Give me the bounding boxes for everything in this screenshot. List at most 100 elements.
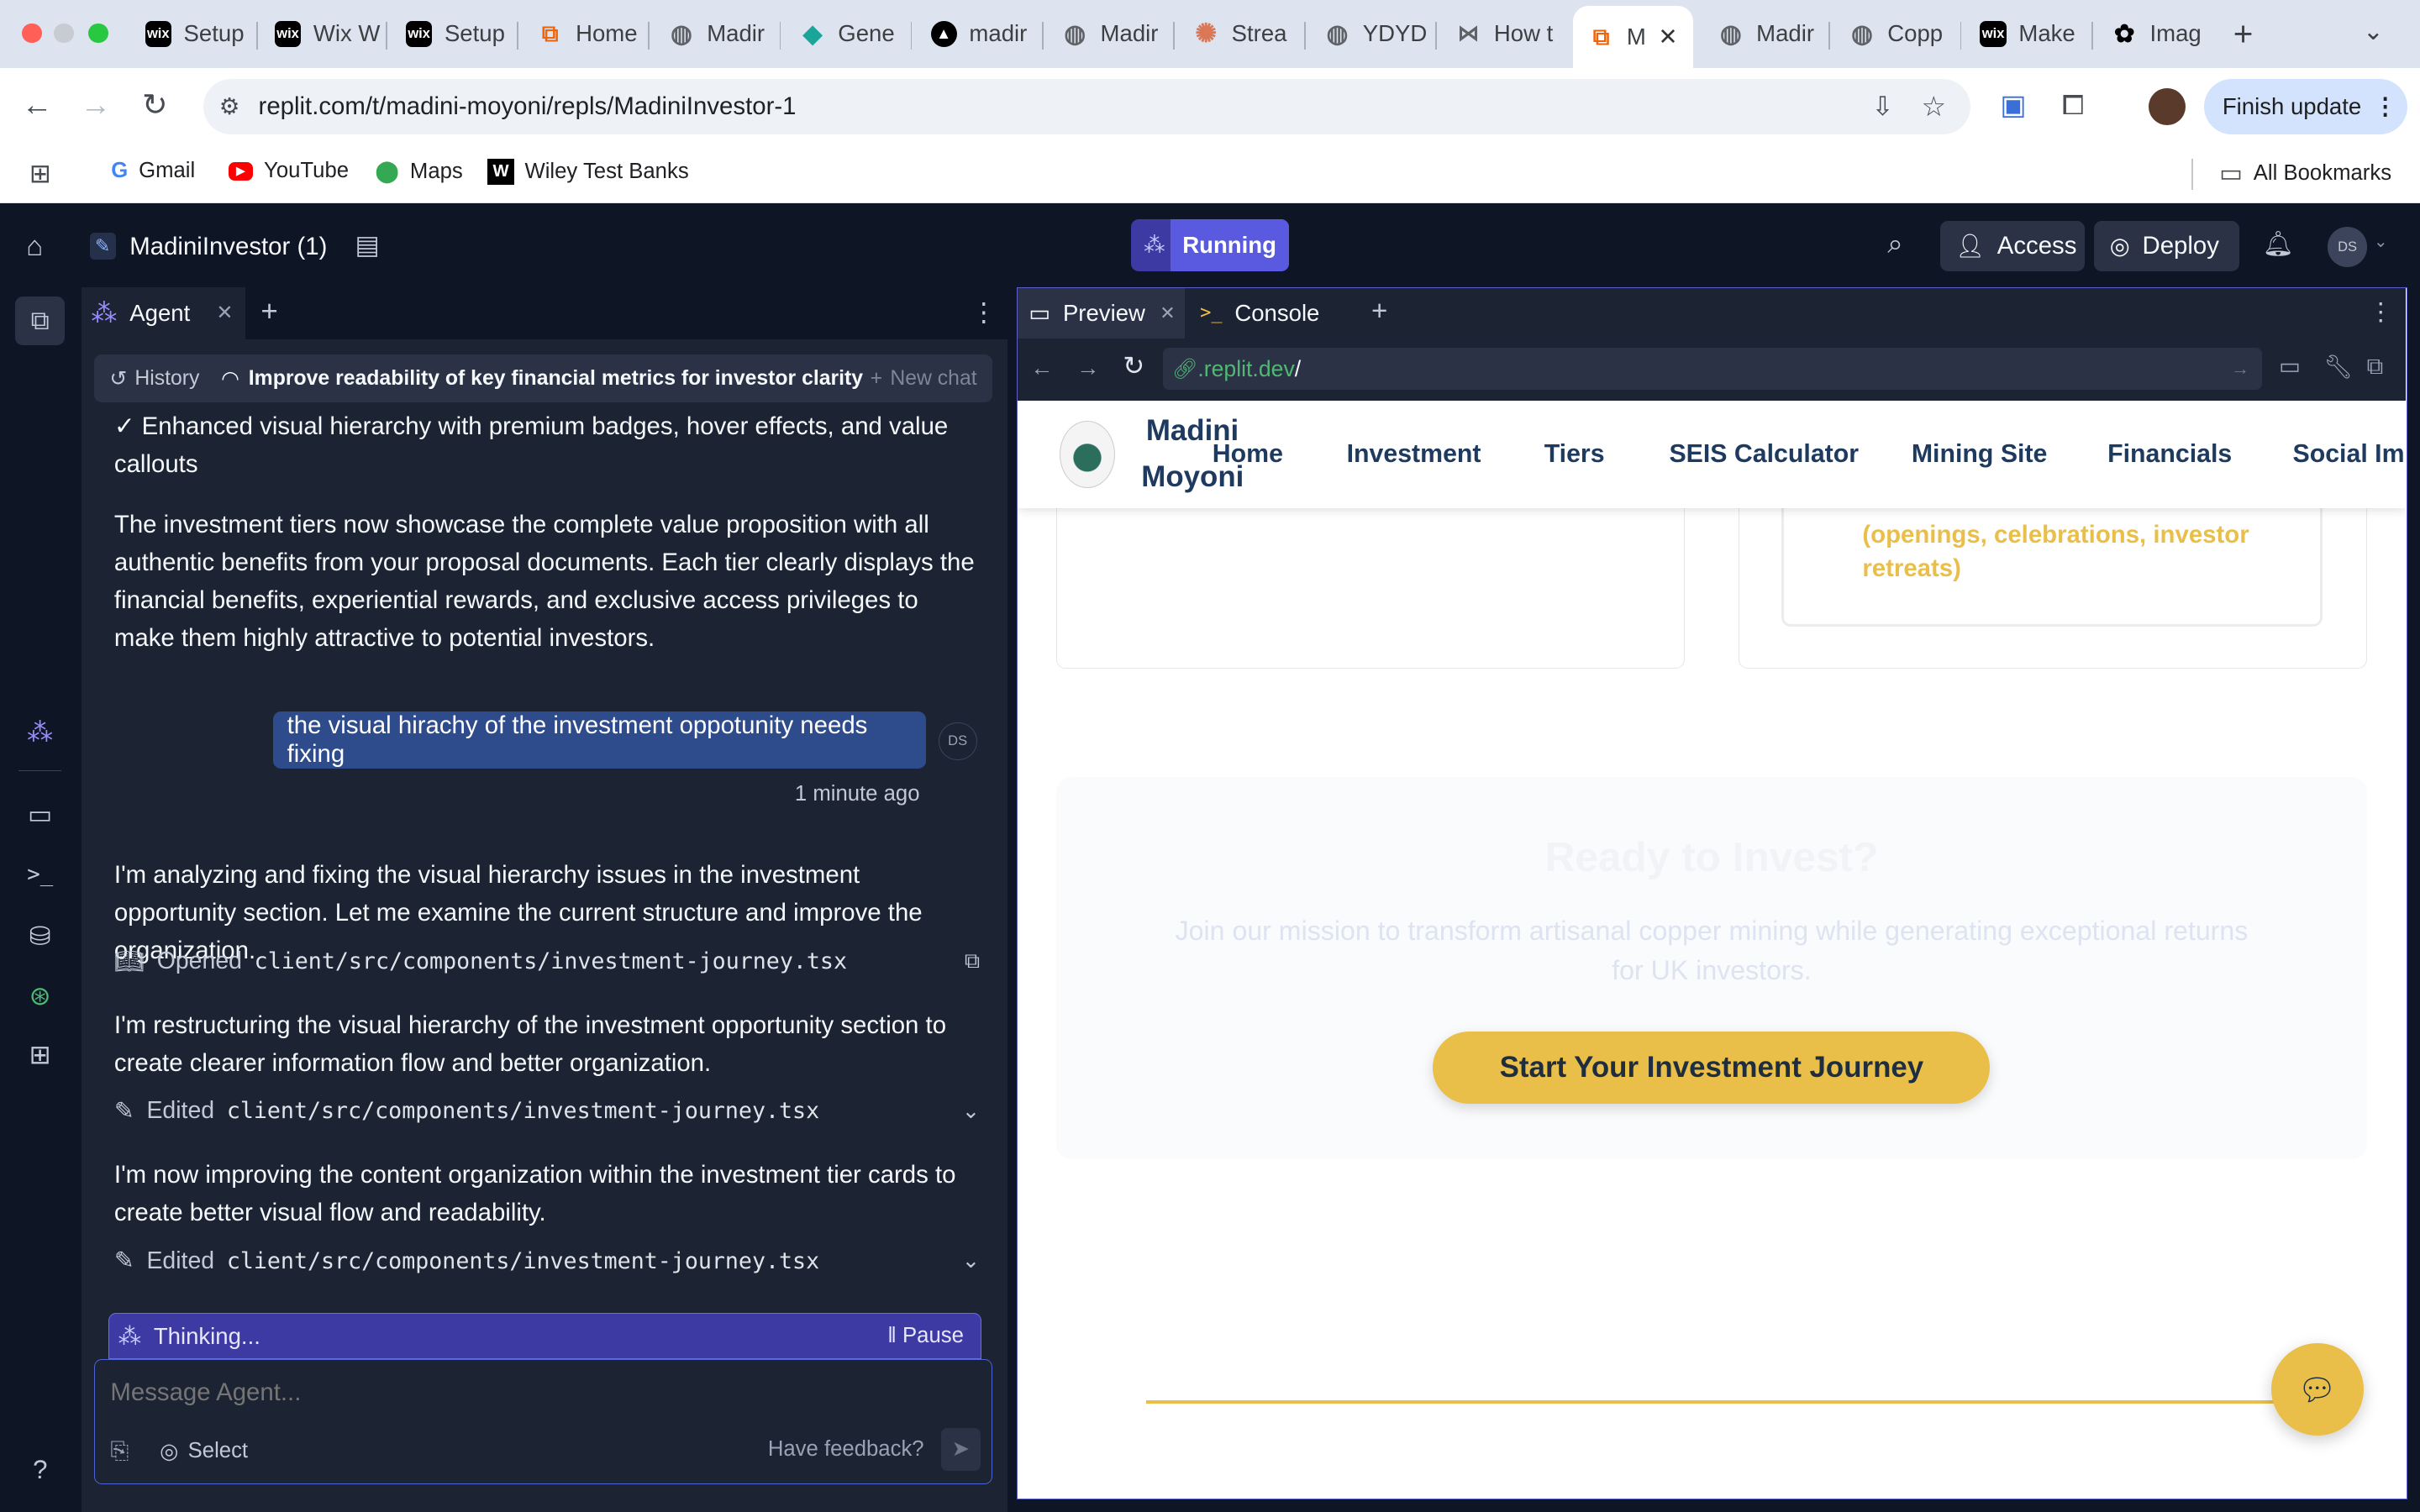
new-tab-icon[interactable]: + — [2233, 14, 2254, 54]
browser-tab[interactable]: ◍ Madir — [1046, 9, 1170, 59]
browser-tab[interactable]: ◍ Copp — [1833, 9, 1957, 59]
close-tab-icon[interactable]: ✕ — [1659, 24, 1678, 50]
history-button[interactable]: ↺ History — [109, 366, 199, 391]
browser-tab[interactable]: ⋈ How t — [1440, 9, 1564, 59]
browser-tab[interactable]: wix Setup — [391, 9, 514, 59]
select-button[interactable]: ◎ Select — [160, 1439, 248, 1464]
profile-avatar[interactable] — [2148, 87, 2186, 125]
tab-search-chevron-icon[interactable]: ⌄ — [2363, 17, 2384, 46]
bookmark-youtube[interactable]: ▶ YouTube — [228, 159, 349, 183]
start-investment-button[interactable]: Start Your Investment Journey — [1433, 1031, 1991, 1105]
feedback-link[interactable]: Have feedback? — [768, 1437, 924, 1462]
finish-update-button[interactable]: Finish update ⋮ — [2203, 78, 2408, 134]
site-info-icon[interactable]: ⚙ — [219, 93, 240, 120]
database-icon[interactable]: ⛁ — [24, 920, 57, 953]
reload-icon[interactable]: ↻ — [142, 89, 168, 121]
back-icon[interactable]: ← — [22, 89, 53, 121]
nav-home[interactable]: Home — [1213, 440, 1283, 469]
layout-icon[interactable]: ▤ — [355, 230, 380, 260]
puzzle-icon[interactable]: ⧠ — [2062, 90, 2084, 122]
nav-mining-site[interactable]: Mining Site — [1912, 440, 2048, 469]
browser-tab[interactable]: wix Make — [1965, 9, 2088, 59]
device-icon[interactable]: ▭ — [2279, 353, 2301, 380]
browser-tab[interactable]: ◍ Madir — [1702, 9, 1826, 59]
chat-bubble-icon[interactable]: 💬︎ — [2270, 1342, 2364, 1436]
browser-tab[interactable]: ▲ madir — [915, 9, 1039, 59]
browser-tab[interactable]: ⧉ Home — [522, 9, 645, 59]
install-app-icon[interactable]: ⇩ — [1871, 92, 1893, 122]
add-tab-icon[interactable]: + — [260, 295, 277, 328]
new-chat-button[interactable]: + New chat — [871, 367, 977, 391]
run-status-button[interactable]: ⁂ Running — [1131, 218, 1289, 272]
forward-icon[interactable]: → — [1076, 354, 1100, 381]
all-bookmarks[interactable]: ▭ All Bookmarks — [2219, 159, 2391, 188]
chevron-down-icon[interactable]: ⌄ — [962, 1099, 981, 1124]
browser-tab[interactable]: ◆ Gene — [784, 9, 908, 59]
tab-preview[interactable]: ▭ Preview ✕ — [1018, 287, 1185, 339]
extension-icon[interactable]: ▣ — [2000, 90, 2026, 122]
minimize-window-button[interactable] — [54, 23, 75, 44]
close-tab-icon[interactable]: ✕ — [1160, 302, 1175, 324]
tab-agent[interactable]: ⁂ Agent ✕ — [82, 286, 246, 340]
bookmark-wiley[interactable]: W Wiley Test Banks — [487, 159, 689, 186]
nav-financials[interactable]: Financials — [2107, 440, 2232, 469]
preview-url-field[interactable]: 🔗︎ .replit.dev / → — [1163, 348, 2262, 390]
kebab-menu-icon[interactable]: ⋮ — [971, 297, 997, 328]
browser-tab-active[interactable]: ⧉ M ✕ — [1572, 6, 1693, 68]
deploy-button[interactable]: ◎ Deploy — [2094, 220, 2240, 272]
kebab-menu-icon[interactable]: ⋮ — [2368, 297, 2392, 327]
apps-grid-icon[interactable]: ⊞ — [29, 159, 51, 189]
open-file-icon[interactable]: ⧉ — [965, 949, 980, 974]
bookmark-star-icon[interactable]: ☆ — [1921, 90, 1946, 123]
nav-investment[interactable]: Investment — [1347, 440, 1481, 469]
shell-icon[interactable]: >_ — [24, 858, 57, 891]
bookmark-gmail[interactable]: G Gmail — [111, 159, 195, 183]
files-icon[interactable]: ⧉ — [15, 296, 66, 346]
nav-tiers[interactable]: Tiers — [1544, 440, 1605, 469]
pause-button[interactable]: ‖ Pause — [887, 1324, 964, 1348]
message-input[interactable] — [110, 1375, 944, 1410]
browser-tab[interactable]: ◍ YDYD — [1309, 9, 1433, 59]
browser-tab[interactable]: wix Setup — [129, 9, 253, 59]
open-new-window-icon[interactable]: ⧉ — [2367, 353, 2384, 381]
add-tab-icon[interactable]: + — [1371, 296, 1387, 328]
close-window-button[interactable] — [21, 23, 42, 44]
send-button[interactable]: ➤ — [940, 1427, 981, 1472]
tab-console[interactable]: >_ Console — [1194, 288, 1349, 339]
site-logo[interactable] — [1059, 420, 1116, 489]
reload-icon[interactable]: ↻ — [1123, 351, 1144, 381]
project-name[interactable]: MadiniInvestor (1) — [129, 233, 327, 261]
chat-title[interactable]: ◠ Improve readability of key financial me… — [221, 366, 863, 391]
devtools-wrench-icon[interactable]: 🔧︎ — [2323, 353, 2353, 381]
chevron-down-icon[interactable]: ⌄ — [962, 1248, 981, 1273]
close-tab-icon[interactable]: ✕ — [216, 301, 233, 325]
all-tools-icon[interactable]: ⊞ — [24, 1038, 57, 1072]
attach-icon[interactable]: ⎘ — [110, 1437, 129, 1465]
browser-tab[interactable]: ✺ Strea — [1177, 9, 1301, 59]
browser-tab[interactable]: wix Wix W — [260, 9, 383, 59]
home-icon[interactable]: ⌂ — [26, 231, 43, 263]
access-button[interactable]: 👤︎ Access — [1939, 220, 2086, 272]
file-action-row[interactable]: 📖︎ Opened client/src/components/investmen… — [114, 948, 980, 976]
browser-tab[interactable]: ◍ Madir — [653, 9, 776, 59]
nav-seis-calculator[interactable]: SEIS Calculator — [1669, 440, 1859, 469]
file-action-row[interactable]: ✎ Edited client/src/components/investment… — [114, 1247, 981, 1275]
browser-tab[interactable]: ✿ Imag — [2096, 9, 2219, 59]
forward-icon[interactable]: → — [81, 89, 112, 121]
nav-social-impact[interactable]: Social Imp — [2292, 440, 2405, 469]
user-avatar[interactable]: DS — [2327, 226, 2368, 267]
deployments-icon[interactable]: ⊛ — [24, 979, 57, 1013]
file-action-row[interactable]: ✎ Edited client/src/components/investment… — [114, 1097, 981, 1126]
search-icon[interactable]: ⌕ — [1887, 228, 1903, 260]
back-icon[interactable]: ← — [1030, 354, 1054, 381]
help-icon[interactable]: ? — [24, 1453, 57, 1487]
preview-icon[interactable]: ▭ — [24, 798, 57, 832]
bookmark-maps[interactable]: ⬤ Maps — [375, 159, 462, 184]
agent-icon[interactable]: ⁂ — [24, 716, 57, 749]
notifications-bell-icon[interactable]: 🔔︎ — [2263, 230, 2294, 259]
maximize-window-button[interactable] — [87, 23, 108, 44]
go-arrow-icon[interactable]: → — [2231, 358, 2249, 380]
url-text[interactable]: replit.com/t/madini-moyoni/repls/MadiniI… — [259, 92, 797, 121]
chevron-down-icon[interactable]: ⌄ — [2374, 231, 2388, 252]
address-bar[interactable]: ⚙ replit.com/t/madini-moyoni/repls/Madin… — [203, 78, 1971, 134]
